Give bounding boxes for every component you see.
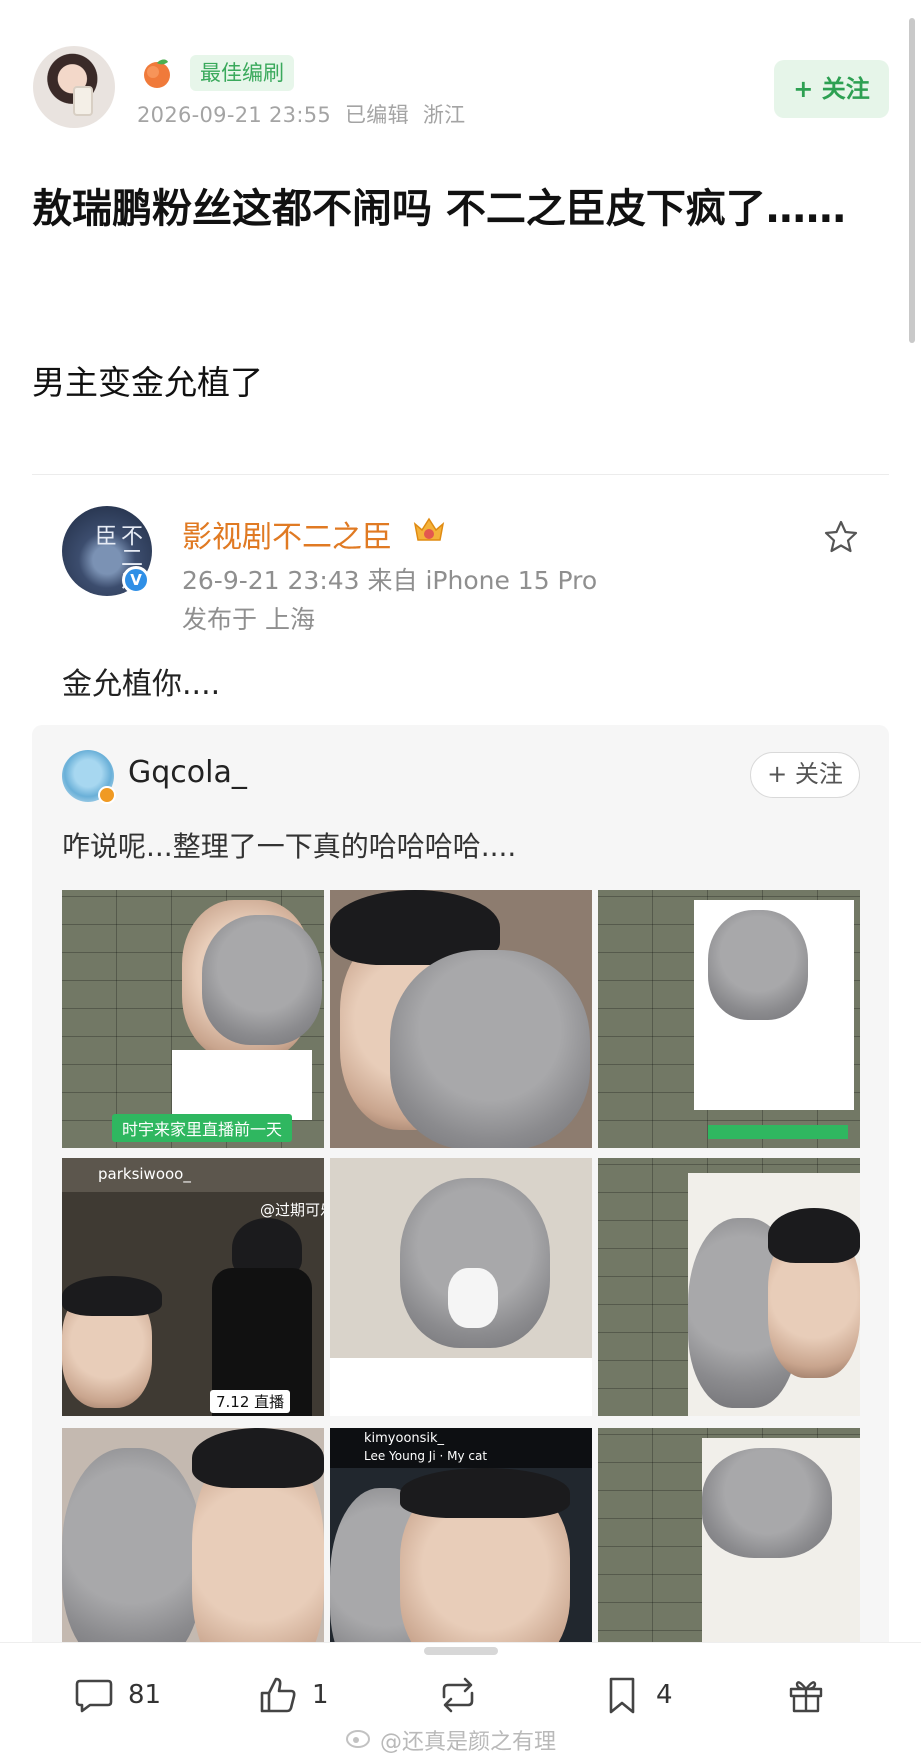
scrollbar[interactable] [909,18,915,343]
repost-meta: 26-9-21 23:43 来自 iPhone 15 Pro [182,566,598,595]
post-meta: 2026-09-21 23:55 已编辑 浙江 [137,99,465,129]
watermark-text: @还真是颜之有理 [380,1730,557,1755]
peach-icon [144,59,170,88]
like-count: 1 [312,1680,329,1710]
star-icon[interactable] [822,518,860,556]
comment-count: 81 [128,1680,162,1710]
photo-1[interactable]: 时宇来家里直播前一天 [62,890,324,1148]
post-location: 浙江 [422,103,466,127]
follow-button[interactable]: + 关注 [774,60,889,118]
bookmark-count: 4 [656,1680,673,1710]
post-title: 敖瑞鹏粉丝这都不闹吗 不二之臣皮下疯了…… [32,186,846,232]
post-date: 2026-09-21 23:55 [137,103,332,127]
photo-2[interactable] [330,890,592,1148]
photo-3[interactable] [598,890,860,1148]
like-button[interactable]: 1 [256,1670,329,1720]
thumbs-up-icon [260,1677,296,1713]
photo-8-song: Lee Young Ji · My cat [364,1449,488,1463]
gift-icon [789,1681,823,1713]
post-body: 男主变金允植了 [32,363,263,402]
weibo-icon [346,1730,370,1748]
photo-5[interactable] [330,1158,592,1416]
photo-6[interactable] [598,1158,860,1416]
photo-4-tag: 7.12 直播 [210,1390,291,1413]
bookmark-icon [609,1677,635,1714]
quoted-author-name[interactable]: Gqcola_ [128,755,247,790]
crown-icon [413,517,445,541]
drag-handle[interactable] [424,1647,498,1655]
repost-icon [442,1677,474,1713]
repost-text: 金允植你.... [62,667,221,702]
post-edited: 已编辑 [345,103,409,127]
photo-1-caption: 时宇来家里直播前一天 [112,1114,293,1142]
bookmark-button[interactable]: 4 [600,1670,673,1720]
comment-icon [75,1679,113,1713]
quoted-avatar[interactable] [62,750,116,804]
repost-button[interactable] [436,1670,480,1720]
gift-button[interactable] [784,1670,828,1720]
comment-button[interactable]: 81 [72,1670,161,1720]
verified-icon: V [122,566,150,594]
quoted-follow-button[interactable]: + 关注 [750,752,860,798]
quoted-text: 咋说呢...整理了一下真的哈哈哈哈.... [62,830,517,863]
author-avatar[interactable] [33,46,115,128]
best-badge: 最佳编刷 [190,55,294,91]
repost-author-name[interactable]: 影视剧不二之臣 [182,512,392,556]
divider [32,474,889,475]
photo-4-user: parksiwooo_ [98,1165,191,1183]
photo-4[interactable]: parksiwooo_ @过期可乐 7.12 直播 [62,1158,324,1416]
photo-8-user: kimyoonsik_ [364,1431,445,1446]
repost-location: 发布于 上海 [182,605,315,634]
